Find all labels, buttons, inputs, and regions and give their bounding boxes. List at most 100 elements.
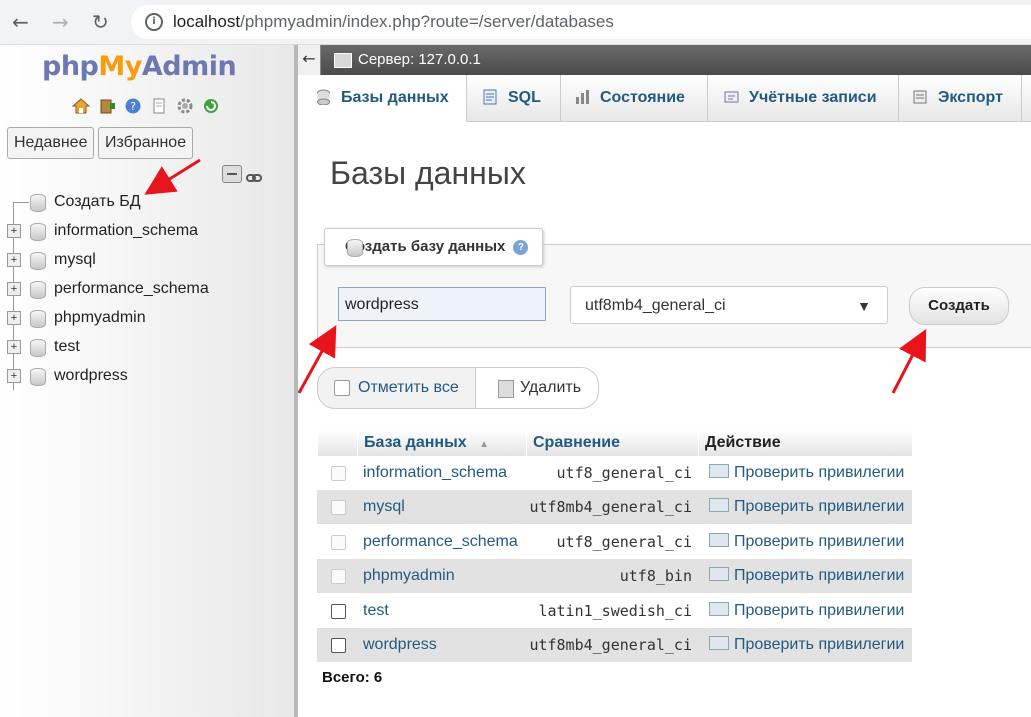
status-icon [575,78,590,104]
check-privileges-link[interactable]: Проверить привилегии [709,567,904,585]
tree-item-create-db[interactable]: Создать БД [0,188,294,216]
tab-sql[interactable]: SQL [467,75,561,121]
forward-arrow-icon[interactable]: → [52,10,69,34]
check-privileges-link[interactable]: Проверить привилегии [709,498,904,516]
collapse-nav-button[interactable]: ← [298,45,321,75]
link-icon[interactable] [246,168,262,182]
database-icon [30,368,46,386]
database-link[interactable]: test [363,602,389,620]
tab-label: Экспорт [938,89,1003,106]
expand-icon[interactable]: + [7,369,21,383]
reload-icon[interactable]: ↻ [92,10,109,34]
tab-export[interactable]: Экспорт [899,75,1022,121]
help-icon[interactable]: ? [124,97,142,115]
header-collation[interactable]: Сравнение [526,430,696,456]
info-icon[interactable]: i [145,13,163,31]
docs-icon[interactable] [150,97,168,115]
create-button[interactable]: Создать [909,287,1009,325]
table-row: wordpress utf8mb4_general_ci Проверить п… [317,628,912,662]
database-link[interactable]: phpmyadmin [363,567,455,585]
collation-cell: utf8mb4_general_ci [529,498,692,516]
expand-icon[interactable]: + [7,253,21,267]
header-database[interactable]: База данных ▲ [357,430,523,456]
tree-item-information-schema[interactable]: + information_schema [0,217,294,245]
home-icon[interactable] [71,97,91,115]
url-text[interactable]: localhost/phpmyadmin/index.php?route=/se… [173,12,614,32]
tree-item-performance-schema[interactable]: + performance_schema [0,275,294,303]
row-checkbox [331,466,346,481]
database-icon [30,339,46,357]
tree-item-label[interactable]: information_schema [54,222,198,240]
check-privileges-link[interactable]: Проверить привилегии [709,636,904,654]
tree-item-label[interactable]: mysql [54,251,96,269]
collapse-all-icon[interactable] [222,165,242,183]
tree-item-label[interactable]: wordpress [54,367,128,385]
privileges-icon [709,567,729,581]
database-icon [30,252,46,270]
expand-icon[interactable]: + [7,282,21,296]
tab-label: Учётные записи [749,89,877,106]
tab-status[interactable]: Состояние [561,75,708,121]
favorites-tab-button[interactable]: Избранное [98,127,194,159]
collation-cell: utf8mb4_general_ci [529,636,692,654]
tree-item-label[interactable]: performance_schema [54,280,209,298]
svg-text:?: ? [130,100,136,113]
database-icon [316,78,331,106]
collation-value: utf8mb4_general_ci [585,297,726,314]
url-path: /phpmyadmin/index.php?route=/server/data… [240,12,614,31]
row-checkbox[interactable] [331,604,346,619]
check-privileges-label: Проверить привилегии [734,636,905,653]
row-checkbox[interactable] [331,638,346,653]
settings-icon[interactable] [176,97,194,115]
check-all-checkbox[interactable] [334,380,350,396]
collation-select[interactable]: utf8mb4_general_ci ▼ [570,286,888,324]
tree-item-wordpress[interactable]: + wordpress [0,362,294,390]
database-link[interactable]: performance_schema [363,533,518,551]
sort-ascending-icon: ▲ [479,439,489,450]
expand-icon[interactable]: + [7,311,21,325]
delete-button[interactable]: Удалить [475,367,599,409]
delete-label: Удалить [520,379,582,396]
privileges-icon [709,602,729,616]
recent-tab-button[interactable]: Недавнее [7,127,95,159]
browser-toolbar: ← → ↻ i localhost/phpmyadmin/index.php?r… [0,0,1031,45]
expand-icon[interactable]: + [7,224,21,238]
phpmyadmin-logo[interactable]: phpMyAdmin [42,51,237,82]
tree-item-label[interactable]: phpmyadmin [54,309,146,327]
server-breadcrumb[interactable]: Сервер: 127.0.0.1 [358,51,481,68]
table-row: test latin1_swedish_ci Проверить привиле… [317,594,912,628]
table-row: phpmyadmin utf8_bin Проверить привилегии [317,559,912,593]
check-privileges-link[interactable]: Проверить привилегии [709,602,904,620]
expand-icon[interactable]: + [7,340,21,354]
database-icon [30,223,46,241]
tab-user-accounts[interactable]: Учётные записи [708,75,899,121]
tree-item-test[interactable]: + test [0,333,294,361]
check-privileges-link[interactable]: Проверить привилегии [709,533,904,551]
privileges-icon [709,498,729,512]
tab-label: SQL [508,89,541,106]
address-bar[interactable]: i localhost/phpmyadmin/index.php?route=/… [131,5,1031,39]
database-link[interactable]: wordpress [363,636,437,654]
bulk-action-bar: Отметить все Удалить [317,367,599,409]
delete-icon [498,380,514,398]
tree-item-label[interactable]: test [54,338,80,356]
check-all-button[interactable]: Отметить все [317,367,477,409]
database-link[interactable]: mysql [363,498,405,516]
main-content: ← Сервер: 127.0.0.1 Базы данных SQL Сост… [298,45,1031,717]
tab-databases[interactable]: Базы данных [298,75,467,122]
new-database-icon [347,239,363,257]
legend-label: Создать базу данных [345,238,506,255]
reload-icon[interactable] [202,97,220,115]
check-privileges-link[interactable]: Проверить привилегии [709,464,904,482]
back-arrow-icon[interactable]: ← [12,10,29,34]
collation-cell: utf8_general_ci [556,533,692,551]
server-breadcrumb-bar: ← Сервер: 127.0.0.1 [298,45,1031,75]
table-row: mysql utf8mb4_general_ci Проверить приви… [317,490,912,524]
tree-item-mysql[interactable]: + mysql [0,246,294,274]
tree-item-phpmyadmin[interactable]: + phpmyadmin [0,304,294,332]
logout-icon[interactable] [98,97,116,115]
help-icon[interactable]: ? [513,240,529,255]
database-link[interactable]: information_schema [363,464,507,482]
database-name-input[interactable]: wordpress [338,287,546,321]
privileges-icon [709,533,729,547]
